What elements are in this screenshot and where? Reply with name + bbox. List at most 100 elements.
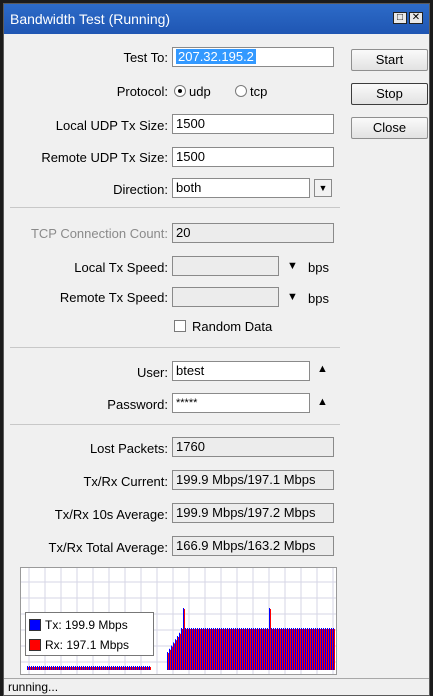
local-udp-tx-size-field[interactable]: 1500 <box>172 114 334 134</box>
rx-bar <box>192 629 193 670</box>
rx-bar <box>112 667 113 670</box>
rx-bar <box>312 629 313 670</box>
rx-bar <box>40 667 41 670</box>
remote-tx-speed-unit: bps <box>308 291 329 306</box>
tx-bar <box>39 666 40 670</box>
remote-udp-tx-size-field[interactable]: 1500 <box>172 147 334 167</box>
rx-bar <box>44 667 45 670</box>
tx-bar <box>117 666 118 670</box>
rx-bar <box>128 667 129 670</box>
rx-bar <box>114 667 115 670</box>
rx-bar <box>116 667 117 670</box>
rx-bar <box>126 667 127 670</box>
tx-bar <box>77 666 78 670</box>
tx-bar <box>329 628 330 670</box>
tx-bar <box>135 666 136 670</box>
rx-bar <box>330 629 331 670</box>
rx-bar <box>184 609 185 670</box>
tx-rx-total-average-value: 166.9 Mbps/163.2 Mbps <box>172 536 334 556</box>
tx-bar <box>269 608 270 670</box>
tcp-connection-count-field: 20 <box>172 223 334 243</box>
title-bar[interactable]: Bandwidth Test (Running) □ ✕ <box>4 4 429 34</box>
user-field[interactable]: btest <box>172 361 310 381</box>
tx-bar <box>305 628 306 670</box>
tx-rx-10s-average-label: Tx/Rx 10s Average: <box>54 507 168 522</box>
remote-tx-speed-field[interactable] <box>172 287 279 307</box>
tx-bar <box>133 666 134 670</box>
rx-bar <box>304 629 305 670</box>
rx-bar <box>200 629 201 670</box>
rx-bar <box>334 629 335 670</box>
rx-bar <box>240 629 241 670</box>
legend-tx-label: Tx: 199.9 Mbps <box>45 618 128 632</box>
direction-dropdown-button[interactable]: ▼ <box>314 179 332 197</box>
rx-bar <box>248 629 249 670</box>
tx-color-swatch <box>29 619 41 631</box>
rx-bar <box>66 667 67 670</box>
rx-bar <box>108 667 109 670</box>
password-collapse-icon[interactable]: ▲ <box>317 396 328 408</box>
rx-bar <box>86 667 87 670</box>
rx-bar <box>68 667 69 670</box>
tx-bar <box>217 628 218 670</box>
password-field[interactable]: ***** <box>172 393 310 413</box>
tx-bar <box>265 628 266 670</box>
direction-select[interactable]: both <box>172 178 310 198</box>
protocol-tcp-radio[interactable]: tcp <box>235 84 267 99</box>
tx-bar <box>257 628 258 670</box>
tx-bar <box>149 666 150 670</box>
rx-bar <box>182 629 183 670</box>
tx-bar <box>63 666 64 670</box>
close-window-button[interactable]: ✕ <box>409 12 423 24</box>
tx-bar <box>179 632 180 670</box>
remote-tx-speed-dropdown-icon[interactable]: ▼ <box>287 291 298 303</box>
rx-bar <box>296 629 297 670</box>
test-to-field[interactable]: 207.32.195.2 <box>172 47 334 67</box>
rx-bar <box>92 667 93 670</box>
tx-bar <box>203 628 204 670</box>
tx-bar <box>69 666 70 670</box>
rx-bar <box>62 667 63 670</box>
tx-bar <box>59 666 60 670</box>
tx-bar <box>321 628 322 670</box>
protocol-udp-radio[interactable]: udp <box>174 84 211 99</box>
rx-bar <box>218 629 219 670</box>
rx-bar <box>262 629 263 670</box>
user-collapse-icon[interactable]: ▲ <box>317 363 328 375</box>
tx-bar <box>287 628 288 670</box>
tx-bar <box>317 628 318 670</box>
protocol-tcp-label: tcp <box>250 84 268 99</box>
random-data-checkbox[interactable] <box>174 320 186 332</box>
tx-rx-current-label: Tx/Rx Current: <box>83 474 168 489</box>
rx-bar <box>298 629 299 670</box>
tx-bar <box>243 628 244 670</box>
maximize-button[interactable]: □ <box>393 12 407 24</box>
tx-bar <box>219 628 220 670</box>
local-udp-tx-size-label: Local UDP Tx Size: <box>55 118 168 133</box>
tx-bar <box>261 628 262 670</box>
rx-bar <box>42 667 43 670</box>
rx-bar <box>32 667 33 670</box>
rx-bar <box>30 667 31 670</box>
local-tx-speed-field[interactable] <box>172 256 279 276</box>
tx-bar <box>197 628 198 670</box>
rx-bar <box>118 667 119 670</box>
tx-bar <box>45 666 46 670</box>
close-button[interactable]: Close <box>351 117 428 139</box>
stop-button[interactable]: Stop <box>351 83 428 105</box>
rx-bar <box>186 629 187 670</box>
tx-bar <box>185 628 186 670</box>
rx-bar <box>284 629 285 670</box>
rx-bar <box>286 629 287 670</box>
rx-bar <box>74 667 75 670</box>
rx-bar <box>136 667 137 670</box>
tx-bar <box>327 628 328 670</box>
rx-bar <box>194 629 195 670</box>
rx-bar <box>258 629 259 670</box>
tcp-connection-count-label: TCP Connection Count: <box>30 226 168 241</box>
tx-bar <box>199 628 200 670</box>
start-button[interactable]: Start <box>351 49 428 71</box>
tx-bar <box>325 628 326 670</box>
local-tx-speed-dropdown-icon[interactable]: ▼ <box>287 260 298 272</box>
rx-bar <box>314 629 315 670</box>
